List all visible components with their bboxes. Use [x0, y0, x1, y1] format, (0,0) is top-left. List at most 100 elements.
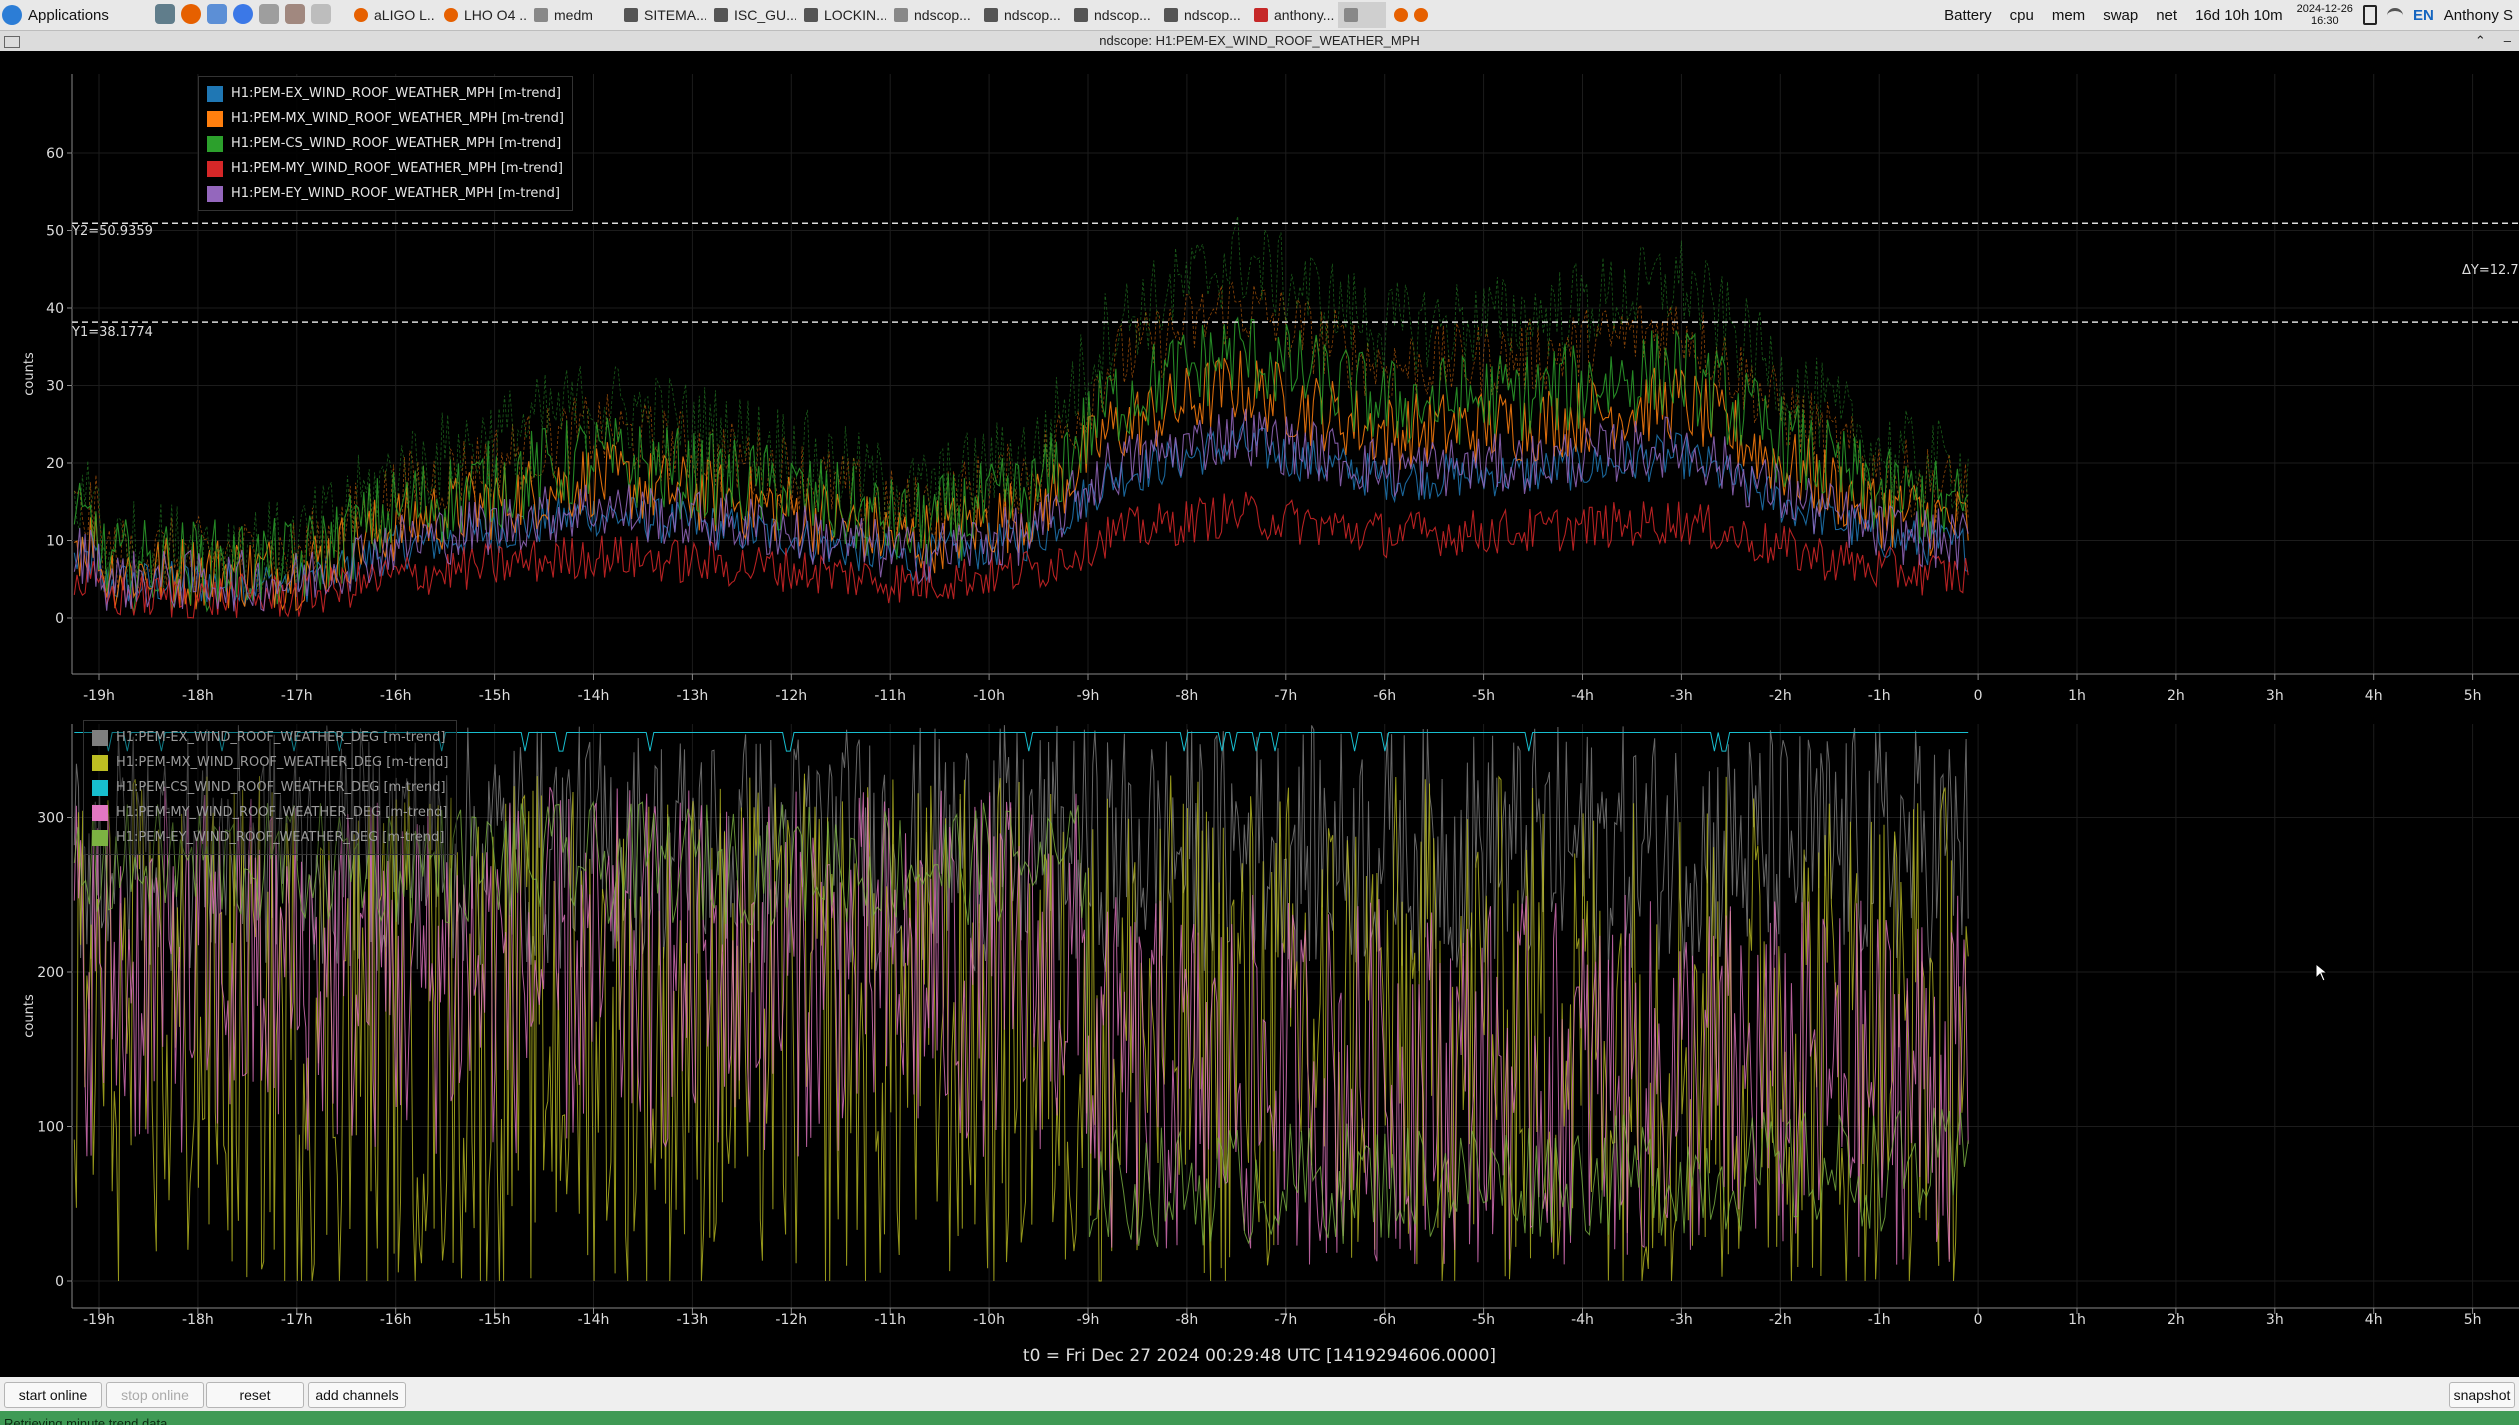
- x-tick-label: -16h: [380, 1312, 412, 1328]
- window-tab[interactable]: ISC_GU...: [708, 2, 796, 28]
- reset-button[interactable]: reset: [206, 1382, 304, 1408]
- legend-label: H1:PEM-MY_WIND_ROOF_WEATHER_DEG [m-trend…: [116, 805, 448, 820]
- x-tick-label: -9h: [1077, 1312, 1100, 1328]
- x-tick-label: -18h: [182, 688, 214, 704]
- window-tab-active[interactable]: [1338, 2, 1386, 28]
- y-tick-label: 100: [37, 1120, 64, 1136]
- snapshot-button[interactable]: snapshot: [2449, 1382, 2515, 1408]
- x-tick-label: -11h: [874, 1312, 906, 1328]
- maximize-icon[interactable]: ⌃: [2475, 31, 2486, 51]
- x-tick-label: -14h: [578, 1312, 610, 1328]
- window-tab[interactable]: SITEMA...: [618, 2, 706, 28]
- legend-label: H1:PEM-EY_WIND_ROOF_WEATHER_DEG [m-trend…: [116, 830, 445, 845]
- upper-plot-legend[interactable]: H1:PEM-EX_WIND_ROOF_WEATHER_MPH [m-trend…: [198, 76, 573, 211]
- legend-swatch: [92, 754, 108, 771]
- x-tick-label: 0: [1974, 688, 1983, 704]
- window-tab[interactable]: LOCKIN...: [798, 2, 886, 28]
- x-tick-label: -6h: [1373, 688, 1396, 704]
- window-tab[interactable]: aLIGO L...: [348, 2, 436, 28]
- user-menu[interactable]: Anthony S: [2444, 7, 2513, 24]
- stop-online-button[interactable]: stop online: [106, 1382, 204, 1408]
- legend-label: H1:PEM-CS_WIND_ROOF_WEATHER_MPH [m-trend…: [231, 136, 562, 151]
- window-tab[interactable]: medm: [528, 2, 616, 28]
- window-menu-icon[interactable]: [4, 36, 20, 48]
- legend-label: H1:PEM-MX_WIND_ROOF_WEATHER_DEG [m-trend…: [116, 755, 449, 770]
- x-tick-label: -2h: [1769, 688, 1792, 704]
- x-tick-label: -17h: [281, 688, 313, 704]
- upper-legend-item[interactable]: H1:PEM-EY_WIND_ROOF_WEATHER_MPH [m-trend…: [207, 181, 564, 206]
- settings-icon[interactable]: [285, 4, 305, 24]
- net-monitor[interactable]: net: [2152, 5, 2181, 26]
- y-tick-label: 0: [55, 1274, 64, 1290]
- terminal-icon[interactable]: [155, 4, 175, 24]
- window-tab[interactable]: ndscop...: [888, 2, 976, 28]
- applications-menu[interactable]: Applications: [2, 2, 109, 28]
- lower-legend-item[interactable]: H1:PEM-CS_WIND_ROOF_WEATHER_DEG [m-trend…: [92, 775, 448, 800]
- files-icon[interactable]: [207, 4, 227, 24]
- y-tick-label: 10: [46, 534, 64, 550]
- x-tick-label: -9h: [1077, 688, 1100, 704]
- window-tab[interactable]: LHO O4 ...: [438, 2, 526, 28]
- x-tick-label: 2h: [2167, 1312, 2185, 1328]
- firefox-icon[interactable]: [181, 4, 201, 24]
- clock[interactable]: 2024-12-26 16:30: [2297, 3, 2353, 27]
- share-icon[interactable]: [259, 4, 279, 24]
- x-tick-label: 4h: [2365, 1312, 2383, 1328]
- minimize-icon[interactable]: –: [2504, 31, 2511, 51]
- power-icon[interactable]: [2362, 5, 2377, 25]
- lower-legend-item[interactable]: H1:PEM-MX_WIND_ROOF_WEATHER_DEG [m-trend…: [92, 750, 448, 775]
- lower-legend-item[interactable]: H1:PEM-EX_WIND_ROOF_WEATHER_DEG [m-trend…: [92, 725, 448, 750]
- keyboard-layout[interactable]: EN: [2413, 7, 2434, 24]
- chrome-icon[interactable]: [233, 4, 253, 24]
- x-tick-label: 0: [1974, 1312, 1983, 1328]
- x-tick-label: -4h: [1571, 1312, 1594, 1328]
- upper-legend-item[interactable]: H1:PEM-MY_WIND_ROOF_WEATHER_MPH [m-trend…: [207, 156, 564, 181]
- x-tick-label: -3h: [1670, 688, 1693, 704]
- legend-label: H1:PEM-EX_WIND_ROOF_WEATHER_MPH [m-trend…: [231, 86, 561, 101]
- cpu-monitor[interactable]: cpu: [2006, 5, 2038, 26]
- editor-icon[interactable]: [311, 4, 331, 24]
- window-titlebar: ndscope: H1:PEM-EX_WIND_ROOF_WEATHER_MPH…: [0, 31, 2519, 51]
- lower-legend-item[interactable]: H1:PEM-EY_WIND_ROOF_WEATHER_DEG [m-trend…: [92, 825, 448, 850]
- quick-launch: [155, 4, 331, 24]
- x-tick-label: -3h: [1670, 1312, 1693, 1328]
- lower-plot-legend[interactable]: H1:PEM-EX_WIND_ROOF_WEATHER_DEG [m-trend…: [83, 720, 458, 855]
- lower-legend-item[interactable]: H1:PEM-MY_WIND_ROOF_WEATHER_DEG [m-trend…: [92, 800, 448, 825]
- start-online-button[interactable]: start online: [4, 1382, 102, 1408]
- y-tick-label: 20: [46, 456, 64, 472]
- add-channels-button[interactable]: add channels: [308, 1382, 406, 1408]
- mem-monitor[interactable]: mem: [2048, 5, 2089, 26]
- legend-swatch: [207, 135, 223, 152]
- network-icon[interactable]: [2386, 7, 2403, 23]
- plot-canvas[interactable]: -19h -18h -17h -16h -15h -14h -13h -12h -11h -10h…: [0, 52, 2519, 1377]
- x-tick-label: -5h: [1472, 1312, 1495, 1328]
- system-tray: Battery cpu mem swap net 16d 10h 10m 202…: [1940, 0, 2519, 30]
- window-icon: [534, 8, 548, 22]
- cursor-delta-label: ΔY=12.75: [2462, 263, 2519, 278]
- x-tick-label: -19h: [83, 688, 115, 704]
- x-tick-label: -15h: [479, 688, 511, 704]
- battery-indicator[interactable]: Battery: [1940, 5, 1996, 26]
- legend-swatch: [92, 804, 108, 821]
- mouse-cursor-icon: [2315, 962, 2329, 982]
- firefox-launchers[interactable]: [1388, 2, 1440, 28]
- plot-area[interactable]: -19h -18h -17h -16h -15h -14h -13h -12h -11h -10h…: [0, 52, 2519, 1377]
- x-tick-label: 2h: [2167, 688, 2185, 704]
- swap-monitor[interactable]: swap: [2099, 5, 2142, 26]
- window-title: ndscope: H1:PEM-EX_WIND_ROOF_WEATHER_MPH: [1099, 33, 1420, 48]
- window-icon: [984, 8, 998, 22]
- upper-legend-item[interactable]: H1:PEM-CS_WIND_ROOF_WEATHER_MPH [m-trend…: [207, 131, 564, 156]
- upper-legend-item[interactable]: H1:PEM-MX_WIND_ROOF_WEATHER_MPH [m-trend…: [207, 106, 564, 131]
- x-tick-label: 3h: [2266, 688, 2284, 704]
- upper-legend-item[interactable]: H1:PEM-EX_WIND_ROOF_WEATHER_MPH [m-trend…: [207, 81, 564, 106]
- window-tab[interactable]: ndscop...: [978, 2, 1066, 28]
- window-tab[interactable]: anthony...: [1248, 2, 1336, 28]
- x-tick-label: -1h: [1868, 1312, 1891, 1328]
- window-tab[interactable]: ndscop...: [1068, 2, 1156, 28]
- x-tick-label: -8h: [1175, 688, 1198, 704]
- window-tab[interactable]: ndscop...: [1158, 2, 1246, 28]
- legend-label: H1:PEM-MX_WIND_ROOF_WEATHER_MPH [m-trend…: [231, 111, 564, 126]
- firefox-icon: [354, 8, 368, 22]
- x-tick-label: 1h: [2068, 688, 2086, 704]
- upper-y-axis-label: counts: [22, 352, 37, 396]
